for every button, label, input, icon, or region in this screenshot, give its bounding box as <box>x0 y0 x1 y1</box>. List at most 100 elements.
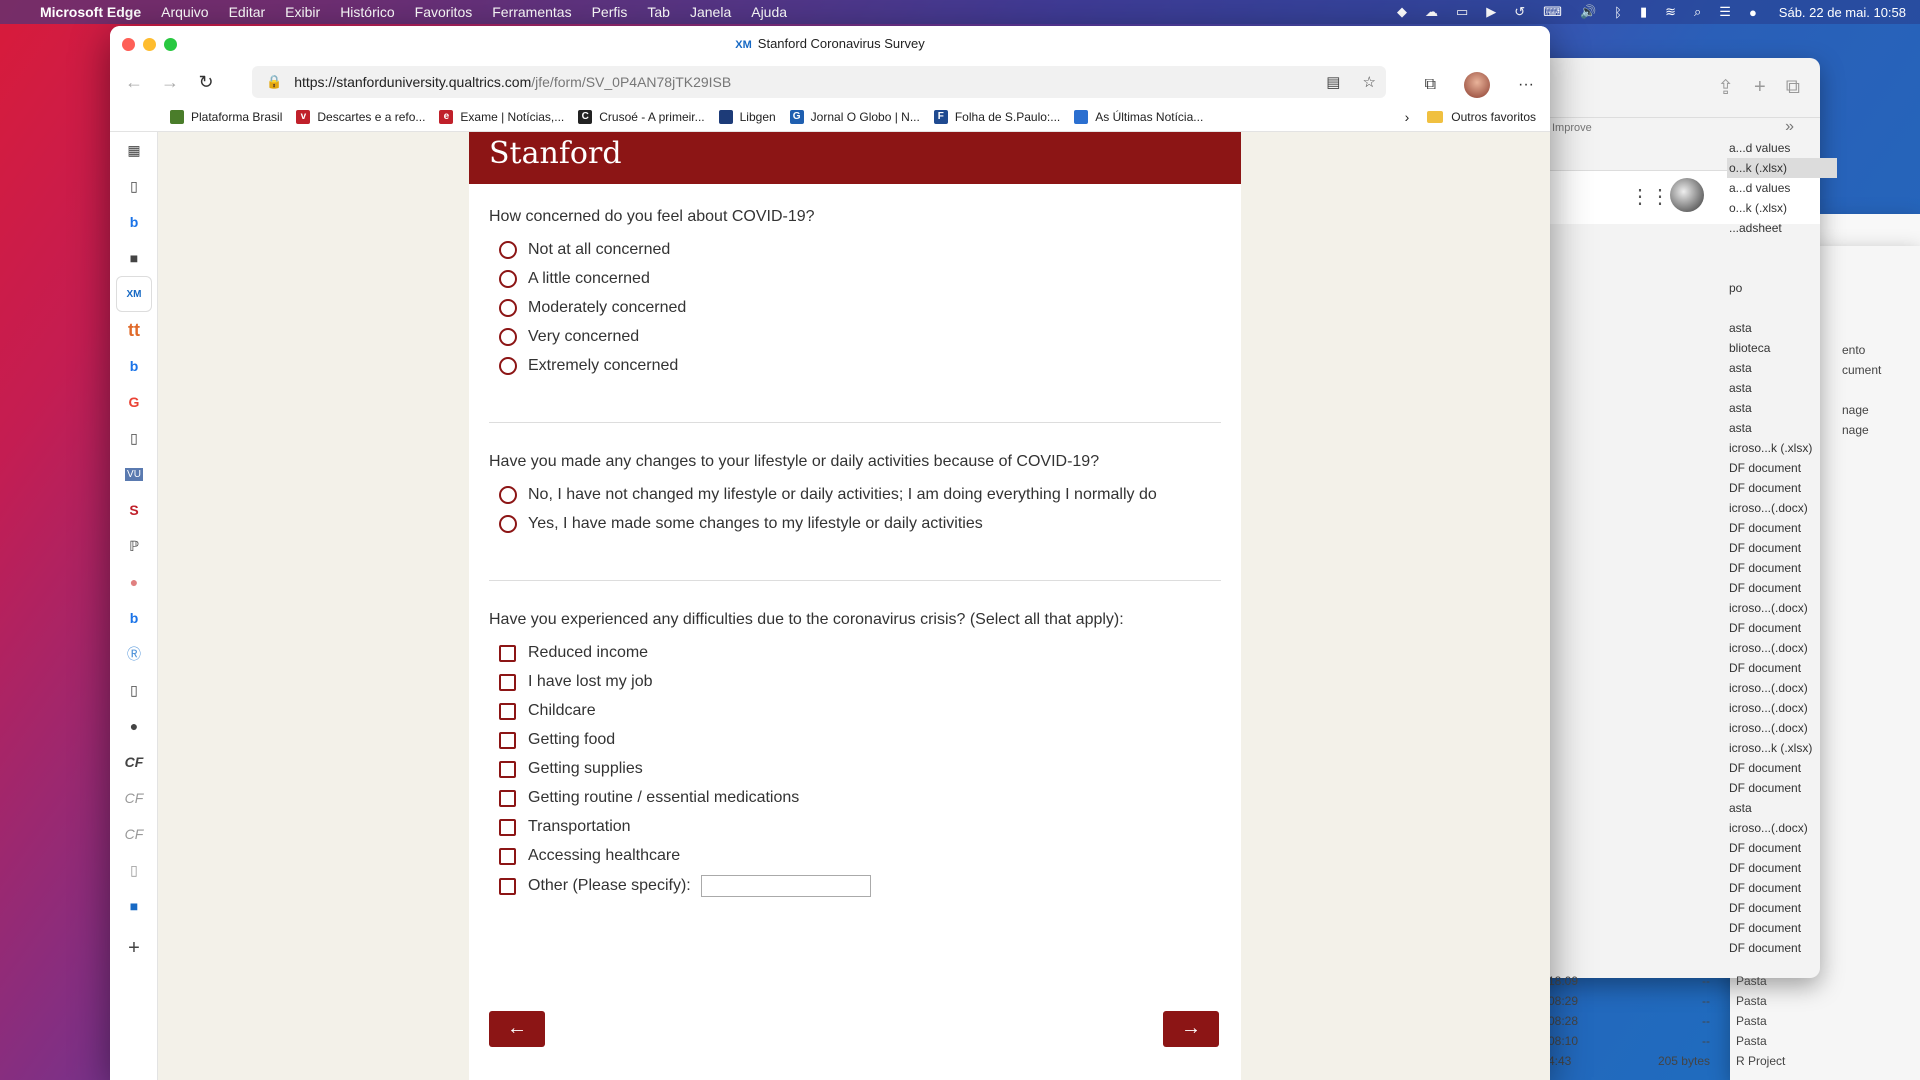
radio-button[interactable] <box>499 241 517 259</box>
radio-button[interactable] <box>499 328 517 346</box>
q3-option-8[interactable]: Accessing healthcare <box>499 844 680 868</box>
list-item[interactable]: o...k (.xlsx) <box>1727 198 1837 218</box>
list-item[interactable]: DF document <box>1727 898 1837 918</box>
checkbox[interactable] <box>499 673 516 691</box>
q3-option-6[interactable]: Getting routine / essential medications <box>499 786 799 810</box>
keyboard-icon[interactable]: ⌨ <box>1543 4 1562 20</box>
q1-option-5[interactable]: Extremely concerned <box>499 354 678 378</box>
tab-bing-icon[interactable]: b <box>110 204 158 240</box>
list-item[interactable]: icroso...(.docx) <box>1727 818 1837 838</box>
menubar-clock[interactable]: Sáb. 22 de mai. 10:58 <box>1779 5 1906 20</box>
menu-tab[interactable]: Tab <box>647 4 670 20</box>
control-center-icon[interactable]: ☰ <box>1719 4 1731 20</box>
list-item[interactable]: DF document <box>1727 918 1837 938</box>
list-item[interactable]: icroso...k (.xlsx) <box>1727 738 1837 758</box>
tab-tt-icon[interactable]: tt <box>110 312 158 348</box>
cloud-icon[interactable]: ☁ <box>1425 4 1438 20</box>
tab-qualtrics-icon[interactable]: XM <box>116 276 152 312</box>
menu-janela[interactable]: Janela <box>690 4 731 20</box>
list-item[interactable]: a...d values <box>1727 138 1837 158</box>
radio-button[interactable] <box>499 486 517 504</box>
tab-p-icon[interactable]: ℙ <box>110 528 158 564</box>
list-item[interactable]: icroso...(.docx) <box>1727 698 1837 718</box>
list-item[interactable]: asta <box>1727 398 1837 418</box>
list-item[interactable]: DF document <box>1727 538 1837 558</box>
battery-icon[interactable]: ▮ <box>1640 4 1647 20</box>
list-item[interactable]: DF document <box>1727 838 1837 858</box>
list-item[interactable]: DF document <box>1727 478 1837 498</box>
q3-option-3[interactable]: Childcare <box>499 699 596 723</box>
lock-icon[interactable]: 🔒 <box>266 74 282 90</box>
menu-favoritos[interactable]: Favoritos <box>415 4 473 20</box>
bookmark-6[interactable]: F Folha de S.Paulo:... <box>933 109 1060 124</box>
list-item[interactable]: icroso...(.docx) <box>1727 678 1837 698</box>
bookmark-7[interactable]: As Últimas Notícia... <box>1074 109 1203 124</box>
table-row[interactable]: 08:29 -- Pasta <box>1548 994 1838 1014</box>
list-item[interactable]: DF document <box>1727 658 1837 678</box>
list-item[interactable]: ento <box>1842 340 1881 360</box>
list-item[interactable]: DF document <box>1727 938 1837 958</box>
share-icon[interactable]: ⇪ <box>1717 75 1734 100</box>
app-menu[interactable]: Microsoft Edge <box>40 4 141 20</box>
q3-option-2[interactable]: I have lost my job <box>499 670 653 694</box>
q1-option-4[interactable]: Very concerned <box>499 325 639 349</box>
q2-option-1[interactable]: No, I have not changed my lifestyle or d… <box>499 483 1157 507</box>
add-favorite-icon[interactable]: ☆ <box>1363 74 1376 91</box>
menu-exibir[interactable]: Exibir <box>285 4 320 20</box>
tab-pink-icon[interactable]: ● <box>110 564 158 600</box>
list-item[interactable]: cument <box>1842 360 1881 380</box>
other-favorites[interactable]: Outros favoritos <box>1451 110 1536 124</box>
tab-cf-icon-3[interactable]: CF <box>110 816 158 852</box>
chevron-right-icon[interactable]: › <box>1405 109 1410 125</box>
list-item[interactable]: DF document <box>1727 878 1837 898</box>
bookmark-2[interactable]: e Exame | Notícias,... <box>439 109 564 124</box>
list-item[interactable]: asta <box>1727 358 1837 378</box>
new-tab-plus-icon[interactable]: + <box>110 930 158 966</box>
list-item[interactable]: DF document <box>1727 458 1837 478</box>
q1-option-2[interactable]: A little concerned <box>499 267 650 291</box>
menu-editar[interactable]: Editar <box>229 4 266 20</box>
menu-perfis[interactable]: Perfis <box>592 4 628 20</box>
list-item[interactable]: DF document <box>1727 578 1837 598</box>
list-item[interactable] <box>1727 258 1837 278</box>
tab-bing-icon-2[interactable]: b <box>110 348 158 384</box>
list-item[interactable]: o...k (.xlsx) <box>1727 158 1837 178</box>
checkbox[interactable] <box>499 702 516 720</box>
table-row[interactable]: 4:43 205 bytes R Project <box>1548 1054 1838 1074</box>
play-icon[interactable]: ▶ <box>1486 4 1496 20</box>
list-item[interactable]: icroso...(.docx) <box>1727 598 1837 618</box>
list-item[interactable]: asta <box>1727 418 1837 438</box>
tab-google-icon[interactable]: G <box>110 384 158 420</box>
radio-button[interactable] <box>499 515 517 533</box>
volume-icon[interactable]: 🔊 <box>1580 4 1596 20</box>
time-machine-icon[interactable]: ↺ <box>1514 4 1525 20</box>
list-item[interactable]: DF document <box>1727 558 1837 578</box>
menu-ferramentas[interactable]: Ferramentas <box>492 4 571 20</box>
tab-doc-icon-4[interactable]: ▯ <box>110 852 158 888</box>
checkbox[interactable] <box>499 644 516 662</box>
list-item[interactable]: DF document <box>1727 618 1837 638</box>
more-menu-icon[interactable]: ··· <box>1518 76 1534 94</box>
plus-icon[interactable]: + <box>1754 76 1766 99</box>
next-button[interactable]: → <box>1163 1011 1219 1047</box>
list-item[interactable] <box>1727 298 1837 318</box>
q3-option-5[interactable]: Getting supplies <box>499 757 643 781</box>
collections-icon[interactable]: ⧉ <box>1425 76 1436 94</box>
list-item[interactable]: icroso...(.docx) <box>1727 718 1837 738</box>
tab-cube-icon[interactable]: ■ <box>110 240 158 276</box>
bookmark-1[interactable]: v Descartes e a refo... <box>296 109 425 124</box>
menu-historico[interactable]: Histórico <box>340 4 394 20</box>
search-icon[interactable]: ⌕ <box>1694 4 1701 20</box>
tab-vu-icon[interactable]: VU <box>110 456 158 492</box>
menu-ajuda[interactable]: Ajuda <box>751 4 787 20</box>
checkbox[interactable] <box>499 818 516 836</box>
checkbox[interactable] <box>499 847 516 865</box>
tab-cf-icon[interactable]: CF <box>110 744 158 780</box>
radio-button[interactable] <box>499 357 517 375</box>
q1-option-1[interactable]: Not at all concerned <box>499 238 670 262</box>
q3-option-9[interactable]: Other (Please specify): <box>499 874 871 898</box>
tab-blue-icon[interactable]: ■ <box>110 888 158 924</box>
checkbox[interactable] <box>499 760 516 778</box>
address-bar[interactable]: 🔒 https://stanforduniversity.qualtrics.c… <box>252 66 1386 98</box>
bluetooth-icon[interactable]: ᛒ <box>1614 5 1622 20</box>
